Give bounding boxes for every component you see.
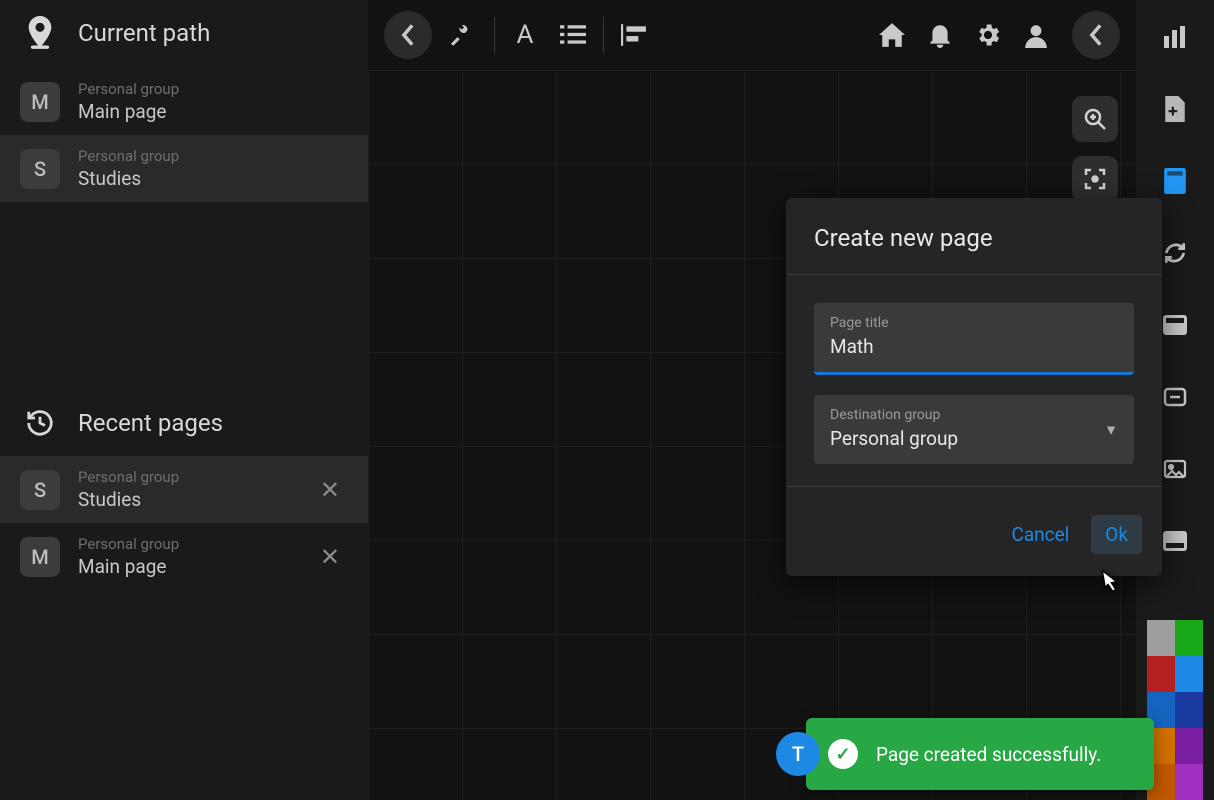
close-icon[interactable]: ✕ — [312, 539, 348, 575]
add-page-icon[interactable] — [1152, 86, 1198, 132]
recent-item[interactable]: S Personal group Studies ✕ — [0, 456, 368, 523]
back-button[interactable] — [384, 11, 432, 59]
group-label: Personal group — [78, 468, 179, 486]
page-label: Main page — [78, 555, 179, 578]
close-icon[interactable]: ✕ — [312, 472, 348, 508]
chevron-down-icon: ▼ — [1104, 421, 1118, 438]
check-icon: ✓ — [828, 739, 858, 769]
recent-pages-title: Recent pages — [78, 409, 223, 437]
page-title-input[interactable] — [830, 335, 1118, 358]
account-icon[interactable] — [1012, 11, 1060, 59]
field-label: Page title — [830, 315, 1118, 331]
success-toast: T ✓ Page created successfully. — [806, 718, 1154, 790]
palette-color[interactable] — [1175, 692, 1203, 728]
dialog-title: Create new page — [786, 198, 1162, 274]
group-label: Personal group — [78, 80, 179, 98]
palette-color[interactable] — [1175, 620, 1203, 656]
destination-group-value: Personal group — [830, 427, 1118, 450]
avatar: M — [20, 82, 60, 122]
path-item[interactable]: S Personal group Studies — [0, 135, 368, 202]
zoom-in-button[interactable] — [1072, 96, 1118, 142]
canvas-area[interactable]: A — [368, 0, 1136, 800]
sidebar: Current path M Personal group Main page … — [0, 0, 368, 800]
color-palette[interactable] — [1147, 620, 1203, 800]
path-item[interactable]: M Personal group Main page — [0, 68, 368, 135]
page-label: Main page — [78, 100, 179, 123]
avatar: S — [20, 149, 60, 189]
cancel-button[interactable]: Cancel — [997, 515, 1083, 554]
palette-color[interactable] — [1175, 656, 1203, 692]
destination-group-field[interactable]: Destination group Personal group ▼ — [814, 395, 1134, 464]
current-path-header: Current path — [0, 0, 368, 68]
top-toolbar: A — [368, 0, 1136, 70]
list-tool-icon[interactable] — [549, 11, 597, 59]
toast-badge: T — [776, 732, 820, 776]
notifications-icon[interactable] — [916, 11, 964, 59]
fit-screen-button[interactable] — [1072, 156, 1118, 202]
location-pin-icon — [20, 16, 60, 50]
page-label: Studies — [78, 167, 179, 190]
tools-icon[interactable] — [440, 11, 488, 59]
text-tool-icon[interactable]: A — [501, 11, 549, 59]
avatar: S — [20, 470, 60, 510]
ok-button[interactable]: Ok — [1091, 515, 1142, 554]
history-icon — [20, 408, 60, 438]
home-icon[interactable] — [868, 11, 916, 59]
palette-color[interactable] — [1175, 728, 1203, 764]
stats-icon[interactable] — [1152, 14, 1198, 60]
field-label: Destination group — [830, 407, 1118, 423]
group-label: Personal group — [78, 535, 179, 553]
page-label: Studies — [78, 488, 179, 511]
recent-item[interactable]: M Personal group Main page ✕ — [0, 523, 368, 590]
toast-message: Page created successfully. — [876, 743, 1101, 766]
recent-pages-header: Recent pages — [0, 392, 368, 456]
group-label: Personal group — [78, 147, 179, 165]
palette-color[interactable] — [1147, 656, 1175, 692]
collapse-right-icon[interactable] — [1072, 11, 1120, 59]
create-page-dialog: Create new page Page title Destination g… — [786, 198, 1162, 576]
palette-color[interactable] — [1147, 620, 1175, 656]
current-path-title: Current path — [78, 19, 210, 47]
avatar: M — [20, 537, 60, 577]
align-left-icon[interactable] — [610, 11, 658, 59]
palette-color[interactable] — [1175, 764, 1203, 800]
page-title-field[interactable]: Page title — [814, 303, 1134, 375]
settings-icon[interactable] — [964, 11, 1012, 59]
